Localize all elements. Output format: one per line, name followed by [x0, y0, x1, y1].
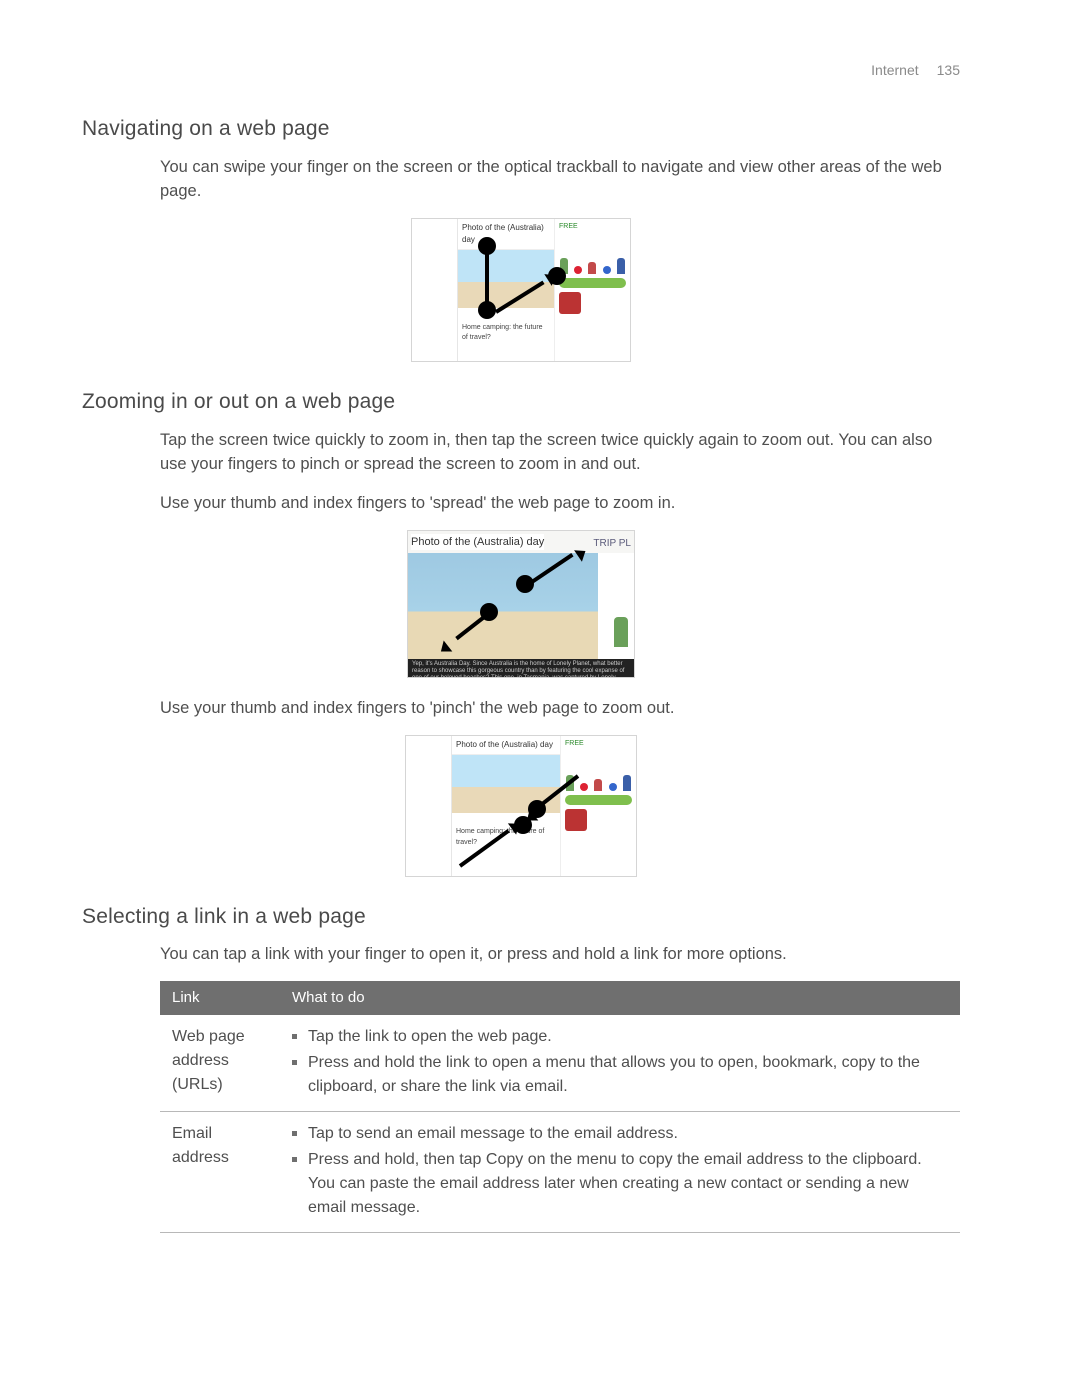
row-label: Email address [160, 1112, 280, 1233]
list-item: Tap the link to open the web page. [292, 1025, 948, 1049]
thumb-main: Photo of the (Australia) day Home campin… [452, 736, 560, 876]
table-row: Web page address (URLs) Tap the link to … [160, 1015, 960, 1112]
list-item: Press and hold, then tap Copy on the men… [292, 1148, 948, 1220]
link-actions-table: Link What to do Web page address (URLs) … [160, 981, 960, 1234]
thumb-beach-image [452, 755, 560, 813]
selecting-body: You can tap a link with your finger to o… [160, 942, 960, 967]
zoom-footer-caption: Yep, it's Australia Day. Since Australia… [408, 659, 634, 677]
zoom-in-figure: Photo of the (Australia) day TRIP PL Yep… [407, 530, 635, 678]
table-header-action: What to do [280, 981, 960, 1016]
zoom-beach-image [408, 553, 598, 659]
thumb-left-col [412, 219, 458, 361]
table-header-link: Link [160, 981, 280, 1016]
heading-zooming: Zooming in or out on a web page [82, 386, 960, 418]
thumb-subtitle: Home camping: the future of travel? [458, 321, 554, 346]
row-label: Web page address (URLs) [160, 1015, 280, 1112]
thumb-left-col [406, 736, 452, 876]
thumb-title: Photo of the (Australia) day [452, 736, 560, 755]
zoom-side-label: TRIP PL [590, 534, 634, 553]
list-item: Tap to send an email message to the emai… [292, 1122, 948, 1146]
thumb-subtitle: Home camping: the future of travel? [452, 825, 560, 850]
thumb-right-header: FREE [561, 736, 636, 753]
header-section: Internet [871, 62, 918, 78]
table-row: Email address Tap to send an email messa… [160, 1112, 960, 1233]
thumb-beach-image [458, 250, 554, 308]
heading-navigating: Navigating on a web page [82, 113, 960, 145]
thumb-title: Photo of the (Australia) day [458, 219, 554, 250]
zoom-out-figure-wrap: Photo of the (Australia) day Home campin… [82, 735, 960, 877]
zoom-title: Photo of the (Australia) day [411, 534, 544, 551]
zooming-body1: Tap the screen twice quickly to zoom in,… [160, 428, 960, 478]
thumb-right-col: FREE [560, 736, 636, 876]
thumb-caption [458, 308, 554, 321]
thumb-main: Photo of the (Australia) day Home campin… [458, 219, 554, 361]
page-header: Internet 135 [82, 60, 960, 81]
navigating-figure: Photo of the (Australia) day Home campin… [411, 218, 631, 362]
heading-selecting: Selecting a link in a web page [82, 901, 960, 933]
list-item: Press and hold the link to open a menu t… [292, 1051, 948, 1099]
row-actions: Tap to send an email message to the emai… [280, 1112, 960, 1233]
header-page-number: 135 [937, 62, 960, 78]
zooming-body3: Use your thumb and index fingers to 'pin… [160, 696, 960, 721]
zoom-in-figure-wrap: Photo of the (Australia) day TRIP PL Yep… [82, 530, 960, 678]
zooming-body2: Use your thumb and index fingers to 'spr… [160, 491, 960, 516]
navigating-body: You can swipe your finger on the screen … [160, 155, 960, 205]
navigating-figure-wrap: Photo of the (Australia) day Home campin… [82, 218, 960, 362]
thumb-right-col: FREE [554, 219, 630, 361]
row-actions: Tap the link to open the web page. Press… [280, 1015, 960, 1112]
zoom-person-icon [614, 617, 628, 647]
thumb-right-header: FREE [555, 219, 630, 236]
zoom-out-figure: Photo of the (Australia) day Home campin… [405, 735, 637, 877]
